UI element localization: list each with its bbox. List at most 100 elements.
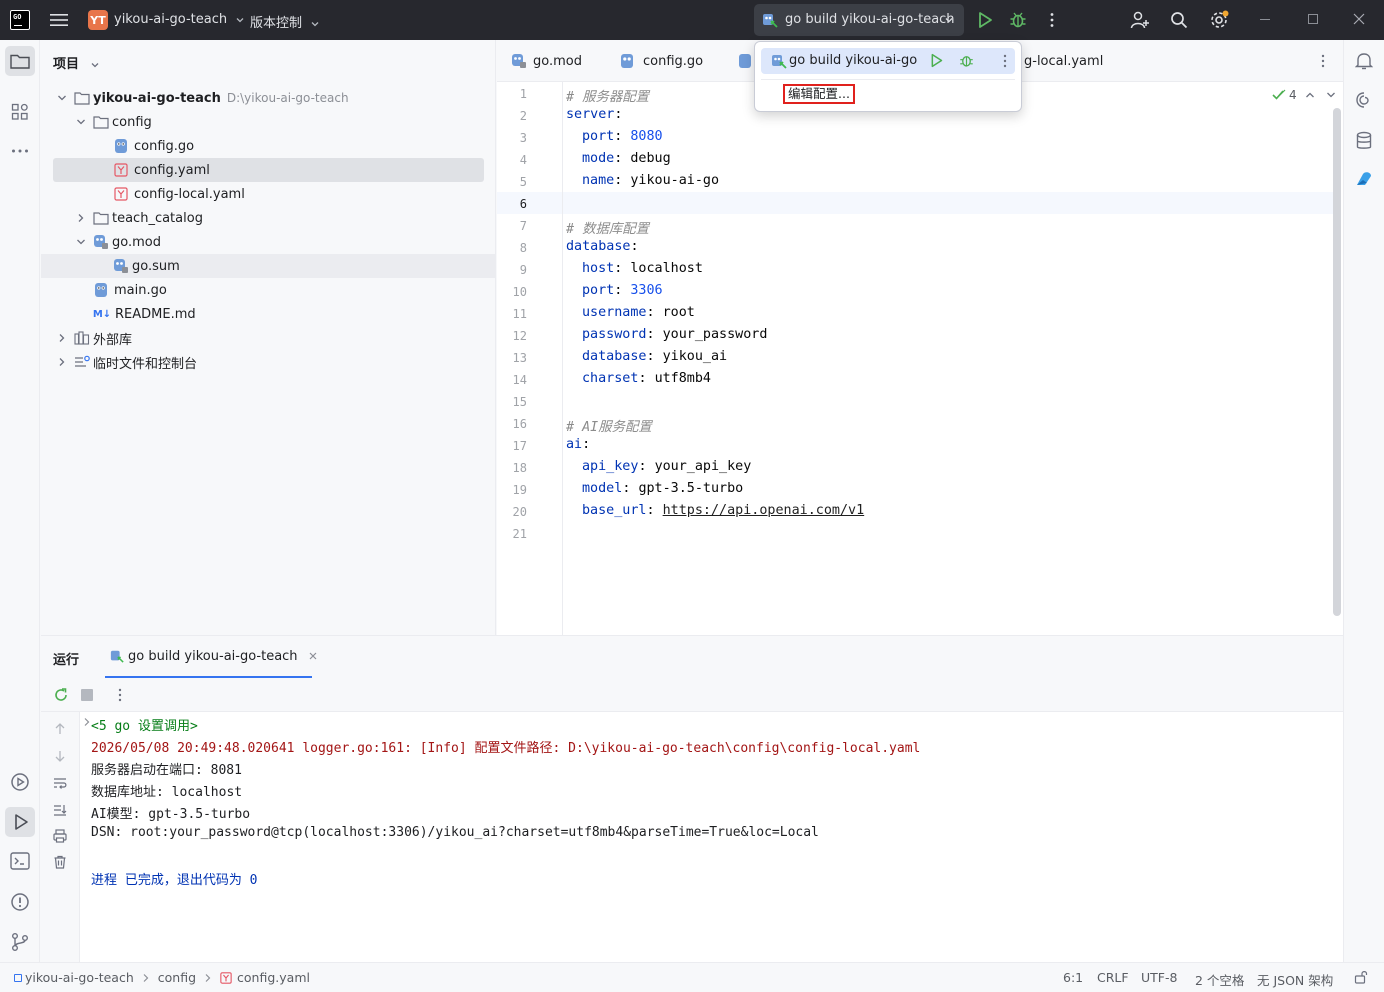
copilot-icon[interactable] [1355, 171, 1373, 187]
more-tools-icon[interactable] [11, 148, 29, 154]
yaml-url-value[interactable]: https://api.openai.com/v1 [663, 503, 865, 518]
tree-item-config-yaml[interactable]: config.yaml [53, 158, 484, 182]
main-menu-icon[interactable] [50, 12, 68, 28]
inspection-count: 4 [1289, 88, 1297, 102]
chevron-down-icon[interactable] [56, 92, 68, 104]
go-mod-icon [511, 53, 527, 69]
structure-icon[interactable] [11, 103, 29, 121]
tree-item-go-mod[interactable]: go.mod [41, 230, 496, 254]
git-icon[interactable] [10, 932, 30, 952]
chevron-down-icon[interactable] [1326, 91, 1336, 99]
close-tab-icon[interactable] [308, 651, 318, 661]
project-tool-button[interactable] [5, 46, 35, 76]
go-file-icon [113, 138, 129, 154]
database-icon[interactable] [1356, 131, 1372, 151]
notifications-bell-icon[interactable] [1355, 51, 1373, 71]
popup-run-config-item[interactable]: go build yikou-ai-go-t [761, 48, 1015, 74]
arrow-down-icon[interactable] [53, 749, 67, 763]
print-icon[interactable] [53, 829, 67, 843]
caret-position[interactable]: 6:1 [1063, 970, 1083, 985]
goland-logo-icon[interactable]: GO [10, 10, 30, 30]
tab-options-icon[interactable] [1320, 54, 1326, 68]
tree-item-main-go[interactable]: main.go [41, 278, 496, 302]
close-window-icon[interactable] [1353, 13, 1365, 25]
run-icon[interactable] [929, 53, 944, 68]
chevron-down-icon[interactable] [75, 236, 87, 248]
tree-item-readme[interactable]: M↓ README.md [41, 302, 496, 326]
breadcrumb-item[interactable]: yikou-ai-go-teach [25, 970, 134, 985]
tree-item-teach-catalog[interactable]: teach_catalog [41, 206, 496, 230]
json-schema[interactable]: 无 JSON 架构 [1257, 970, 1333, 989]
yaml-separator: : [646, 305, 663, 320]
tree-item-label: 临时文件和控制台 [93, 356, 198, 372]
ai-assistant-icon[interactable] [1355, 91, 1373, 109]
yaml-value: 8080 [630, 129, 663, 144]
run-icon[interactable] [976, 11, 994, 29]
chevron-right-icon[interactable] [56, 332, 68, 344]
line-number: 18 [512, 461, 527, 475]
stop-icon[interactable] [81, 689, 93, 701]
chevron-right-icon[interactable] [75, 212, 87, 224]
tree-item-config-go[interactable]: config.go [41, 134, 496, 158]
debug-icon[interactable] [959, 53, 974, 68]
vcs-menu[interactable]: 版本控制 [250, 12, 320, 31]
run-tool-button[interactable] [5, 807, 35, 837]
breadcrumb-item[interactable]: config.yaml [237, 970, 310, 985]
yaml-separator: : [646, 349, 663, 364]
tree-item-scratches[interactable]: 临时文件和控制台 [41, 350, 496, 374]
debug-icon[interactable] [1009, 11, 1027, 29]
add-user-icon[interactable] [1130, 11, 1150, 29]
project-panel-title[interactable]: 项目 [53, 53, 100, 72]
tab-go-mod[interactable]: go.mod [511, 40, 582, 82]
soft-wrap-icon[interactable] [53, 776, 67, 790]
chevron-right-icon[interactable] [83, 717, 91, 727]
search-icon[interactable] [1170, 11, 1188, 29]
more-actions-icon[interactable] [1003, 54, 1007, 68]
tree-item-root[interactable]: yikou-ai-go-teach D:\yikou-ai-go-teach [41, 86, 496, 110]
breadcrumb-item[interactable]: config [158, 970, 196, 985]
tree-item-config-local-yaml[interactable]: config-local.yaml [41, 182, 496, 206]
run-config-label: go build yikou-ai-go-teach [785, 12, 955, 27]
tab-config-go[interactable]: config.go [619, 40, 703, 82]
scroll-to-end-icon[interactable] [53, 803, 67, 817]
yaml-separator: : [630, 239, 639, 254]
trash-icon[interactable] [53, 855, 67, 869]
rerun-icon[interactable] [53, 687, 69, 703]
chevron-up-icon[interactable] [1305, 91, 1315, 99]
indent-setting[interactable]: 2 个空格 [1195, 970, 1244, 989]
project-switcher[interactable]: yikou-ai-go-teach [114, 12, 245, 27]
tab-config-local-yaml[interactable]: g-local.yaml [1024, 40, 1103, 82]
code-line: password: your_password [582, 327, 767, 342]
maximize-button[interactable] [1308, 14, 1318, 24]
chevron-down-icon[interactable] [75, 116, 87, 128]
line-number: 15 [512, 395, 527, 409]
run-tab[interactable]: go build yikou-ai-go-teach [105, 636, 316, 678]
problems-icon[interactable] [10, 892, 30, 912]
inspection-widget[interactable]: 4 [1272, 88, 1297, 102]
edit-configurations-item[interactable]: 编辑配置... [783, 84, 855, 104]
project-badge[interactable]: YT [88, 10, 108, 30]
yaml-comment: # AI服务配置 [566, 420, 652, 435]
file-encoding[interactable]: UTF-8 [1141, 970, 1177, 985]
more-actions-icon[interactable] [118, 688, 122, 702]
code-editor[interactable]: 1 2 3 4 5 6 7 8 9 10 11 12 13 14 15 16 17 18 19 20 21 4 # 服务… [497, 82, 1343, 635]
chevron-down-icon [235, 15, 245, 25]
services-icon[interactable] [10, 772, 30, 792]
line-separator[interactable]: CRLF [1097, 970, 1129, 985]
tree-item-external-libraries[interactable]: 外部库 [41, 326, 496, 350]
tree-item-config[interactable]: config [41, 110, 496, 134]
editor-scrollbar[interactable] [1333, 108, 1341, 616]
unlock-icon[interactable] [1354, 970, 1368, 984]
current-line-highlight [497, 192, 1333, 214]
tree-item-label: 外部库 [93, 332, 133, 348]
tree-item-go-sum[interactable]: go.sum [41, 254, 496, 278]
settings-gear-icon[interactable] [1209, 10, 1229, 30]
arrow-up-icon[interactable] [53, 722, 67, 736]
yaml-key: mode [582, 151, 615, 166]
minimize-button[interactable] [1260, 19, 1270, 20]
status-bar: yikou-ai-go-teach config config.yaml 6:1… [0, 962, 1384, 992]
terminal-icon[interactable] [10, 852, 30, 870]
chevron-right-icon[interactable] [56, 356, 68, 368]
more-actions-icon[interactable] [1049, 12, 1055, 28]
run-config-selector[interactable]: go build yikou-ai-go-teach [754, 4, 964, 36]
